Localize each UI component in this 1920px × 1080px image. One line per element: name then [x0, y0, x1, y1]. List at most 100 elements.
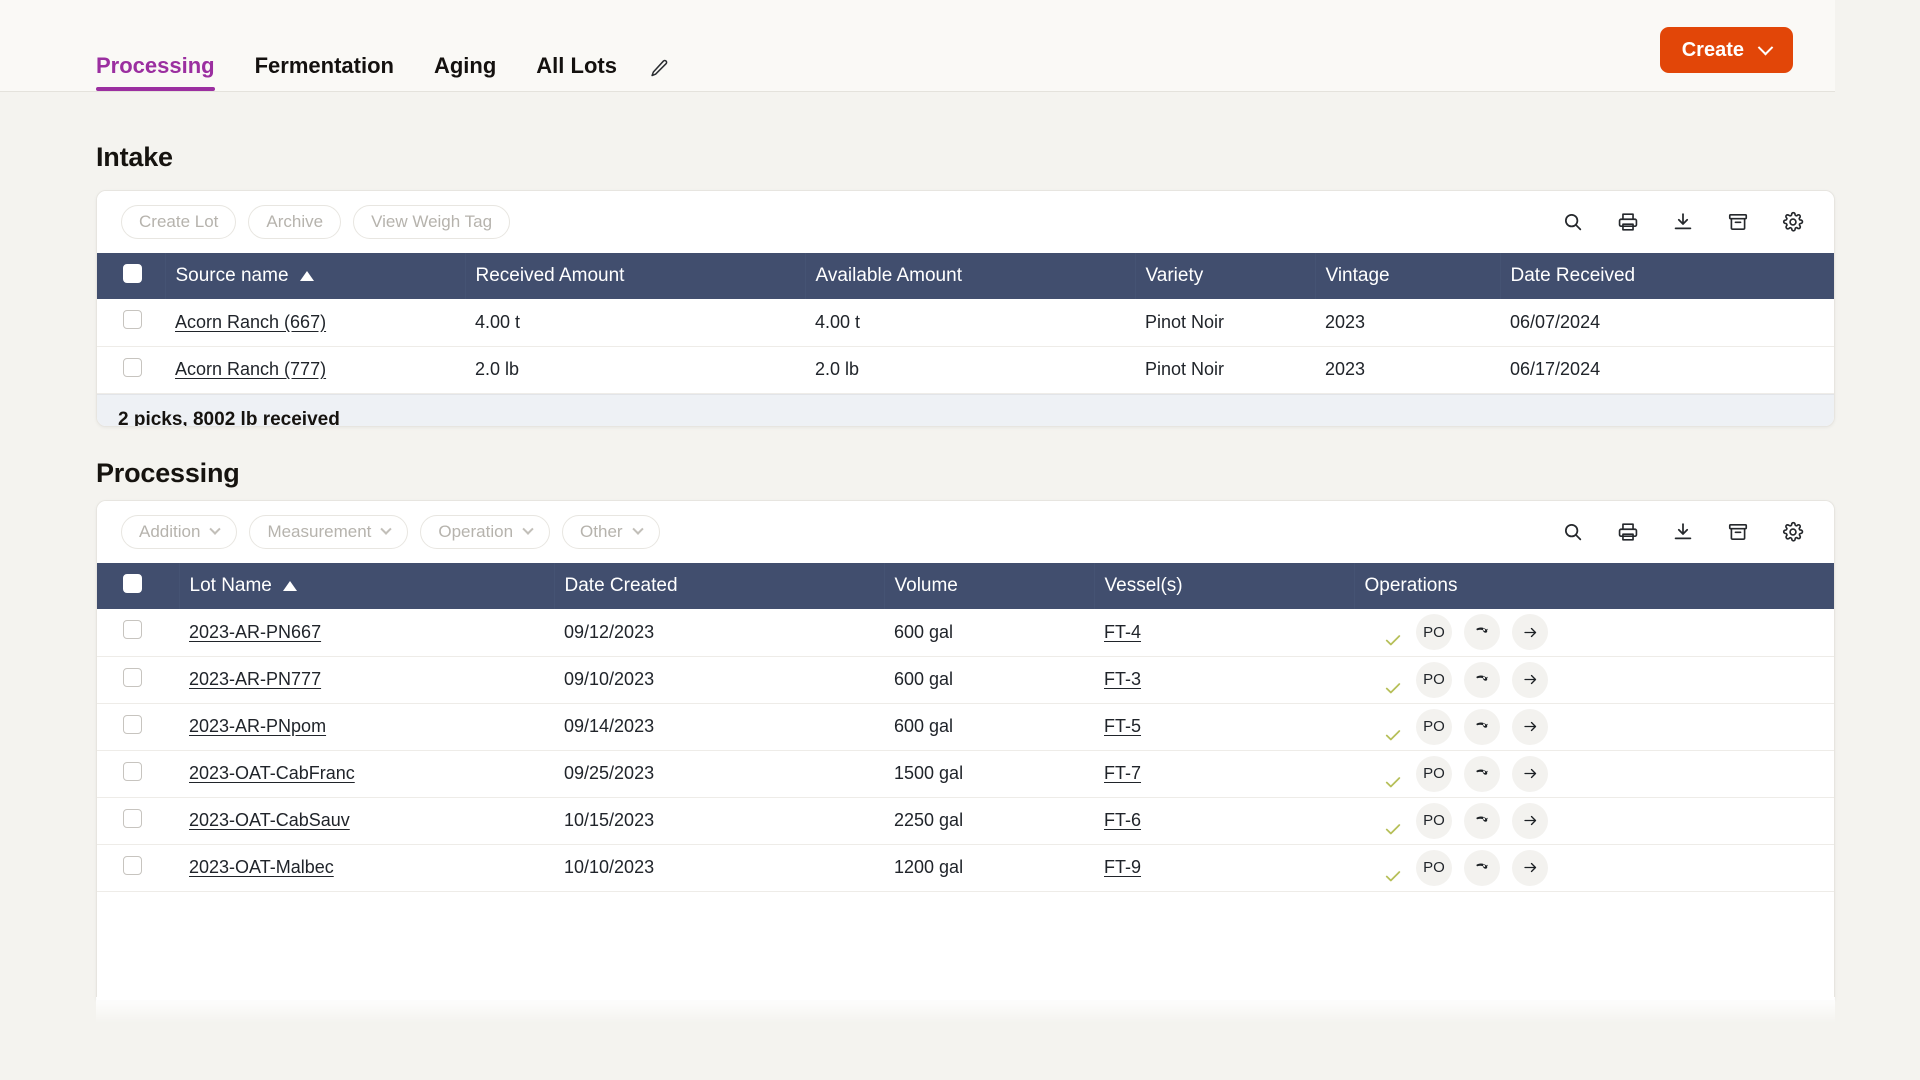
intake-cell-available-amount: 4.00 t [805, 299, 1135, 347]
processing-col-operations[interactable]: Operations [1354, 563, 1834, 609]
table-row[interactable]: 2023-AR-PNpom 09/14/2023 600 gal FT-5 PO [97, 703, 1834, 751]
processing-col-lot-name-label: Lot Name [189, 575, 272, 596]
po-operation-button[interactable]: PO [1416, 708, 1452, 745]
select-all-checkbox[interactable] [123, 263, 142, 283]
table-row[interactable]: 2023-OAT-CabFranc 09/25/2023 1500 gal FT… [97, 750, 1834, 798]
tab-processing[interactable]: Processing [96, 55, 235, 91]
lot-name-link[interactable]: 2023-AR-PN777 [189, 669, 321, 689]
create-button[interactable]: Create [1659, 27, 1793, 73]
operations-group: PO [1364, 661, 1834, 699]
source-name-link[interactable]: Acorn Ranch (777) [175, 359, 326, 379]
row-checkbox[interactable] [123, 808, 142, 828]
po-operation-button[interactable]: PO [1416, 849, 1452, 886]
create-lot-button[interactable]: Create Lot [121, 205, 237, 239]
lot-name-link[interactable]: 2023-AR-PN667 [189, 622, 321, 642]
table-row[interactable]: Acorn Ranch (667) 4.00 t 4.00 t Pinot No… [97, 299, 1834, 347]
view-weigh-tag-button[interactable]: View Weigh Tag [353, 205, 511, 239]
intake-col-vintage[interactable]: Vintage [1315, 253, 1501, 299]
row-checkbox[interactable] [123, 667, 142, 687]
source-name-link[interactable]: Acorn Ranch (667) [175, 312, 326, 332]
table-row[interactable]: 2023-AR-PN667 09/12/2023 600 gal FT-4 PO [97, 609, 1834, 657]
gear-icon[interactable] [1780, 209, 1806, 235]
transfer-arrow-button[interactable] [1512, 802, 1548, 839]
tab-aging-label: Aging [433, 53, 497, 78]
table-row[interactable]: 2023-OAT-Malbec 10/10/2023 1200 gal FT-9… [97, 844, 1834, 892]
intake-col-date-received[interactable]: Date Received [1500, 253, 1834, 299]
select-all-checkbox[interactable] [123, 573, 142, 593]
lot-name-link[interactable]: 2023-OAT-CabSauv [189, 810, 350, 830]
po-operation-button[interactable]: PO [1416, 661, 1452, 698]
intake-card: Create Lot Archive View Weigh Tag Source… [96, 190, 1835, 427]
row-checkbox[interactable] [123, 620, 142, 640]
processing-col-date-created[interactable]: Date Created [554, 563, 885, 609]
measurement-dropdown[interactable]: Measurement [249, 515, 409, 549]
download-icon[interactable] [1670, 209, 1696, 235]
vessel-link[interactable]: FT-7 [1104, 763, 1141, 783]
table-row[interactable]: Acorn Ranch (777) 2.0 lb 2.0 lb Pinot No… [97, 346, 1834, 394]
archive-icon[interactable] [1725, 519, 1751, 545]
row-checkbox[interactable] [123, 357, 142, 377]
pour-icon-button[interactable] [1464, 755, 1500, 792]
print-icon[interactable] [1615, 209, 1641, 235]
row-checkbox[interactable] [123, 761, 142, 781]
table-row[interactable]: 2023-AR-PN777 09/10/2023 600 gal FT-3 PO [97, 656, 1834, 704]
archive-button[interactable]: Archive [248, 205, 342, 239]
vessel-link[interactable]: FT-3 [1104, 669, 1141, 689]
intake-col-source-name[interactable]: Source name [165, 253, 466, 299]
intake-col-available-amount[interactable]: Available Amount [805, 253, 1136, 299]
download-icon[interactable] [1670, 519, 1696, 545]
intake-table-body: Acorn Ranch (667) 4.00 t 4.00 t Pinot No… [97, 299, 1834, 394]
po-operation-button[interactable]: PO [1416, 755, 1452, 792]
processing-cell-operations: PO [1354, 656, 1834, 704]
row-checkbox[interactable] [123, 714, 142, 734]
addition-dropdown[interactable]: Addition [121, 515, 238, 549]
processing-cell-date-created: 10/10/2023 [554, 844, 884, 892]
pour-icon-button[interactable] [1464, 708, 1500, 745]
processing-col-lot-name[interactable]: Lot Name [179, 563, 555, 609]
gear-icon[interactable] [1780, 519, 1806, 545]
search-icon[interactable] [1560, 519, 1586, 545]
operation-dropdown[interactable]: Operation [420, 515, 551, 549]
vessel-link[interactable]: FT-4 [1104, 622, 1141, 642]
row-checkbox[interactable] [123, 310, 142, 330]
archive-icon[interactable] [1725, 209, 1751, 235]
transfer-arrow-button[interactable] [1512, 708, 1548, 745]
lot-name-link[interactable]: 2023-OAT-CabFranc [189, 763, 355, 783]
table-row[interactable]: 2023-OAT-CabSauv 10/15/2023 2250 gal FT-… [97, 797, 1834, 845]
po-operation-button[interactable]: PO [1416, 802, 1452, 839]
processing-cell-vessel: FT-9 [1094, 844, 1354, 892]
tab-fermentation[interactable]: Fermentation [235, 55, 414, 91]
vessel-link[interactable]: FT-9 [1104, 857, 1141, 877]
vessel-link[interactable]: FT-5 [1104, 716, 1141, 736]
lot-name-link[interactable]: 2023-AR-PNpom [189, 716, 326, 736]
intake-summary-text: 2 picks, 8002 lb received [118, 409, 340, 427]
other-dropdown[interactable]: Other [562, 515, 660, 549]
pour-icon-button[interactable] [1464, 849, 1500, 886]
lot-name-link[interactable]: 2023-OAT-Malbec [189, 857, 334, 877]
transfer-arrow-button[interactable] [1512, 661, 1548, 698]
processing-col-volume[interactable]: Volume [884, 563, 1095, 609]
processing-cell-volume: 600 gal [884, 656, 1094, 704]
po-operation-button[interactable]: PO [1416, 614, 1452, 651]
row-select-cell [97, 609, 179, 657]
processing-cell-volume: 600 gal [884, 703, 1094, 751]
processing-header-row: Lot Name Date Created Volume Vessel(s) O… [97, 563, 1834, 609]
tab-aging[interactable]: Aging [414, 55, 516, 91]
transfer-arrow-button[interactable] [1512, 849, 1548, 886]
pour-icon-button[interactable] [1464, 614, 1500, 651]
processing-cell-operations: PO [1354, 844, 1834, 892]
intake-col-received-amount[interactable]: Received Amount [465, 253, 806, 299]
transfer-arrow-button[interactable] [1512, 755, 1548, 792]
transfer-arrow-button[interactable] [1512, 614, 1548, 651]
tab-all-lots[interactable]: All Lots [516, 55, 637, 91]
intake-col-variety[interactable]: Variety [1135, 253, 1316, 299]
sort-ascending-icon [282, 581, 297, 591]
search-icon[interactable] [1560, 209, 1586, 235]
pour-icon-button[interactable] [1464, 802, 1500, 839]
row-checkbox[interactable] [123, 855, 142, 875]
pencil-icon[interactable] [643, 51, 677, 85]
print-icon[interactable] [1615, 519, 1641, 545]
processing-col-vessels[interactable]: Vessel(s) [1094, 563, 1355, 609]
pour-icon-button[interactable] [1464, 661, 1500, 698]
vessel-link[interactable]: FT-6 [1104, 810, 1141, 830]
